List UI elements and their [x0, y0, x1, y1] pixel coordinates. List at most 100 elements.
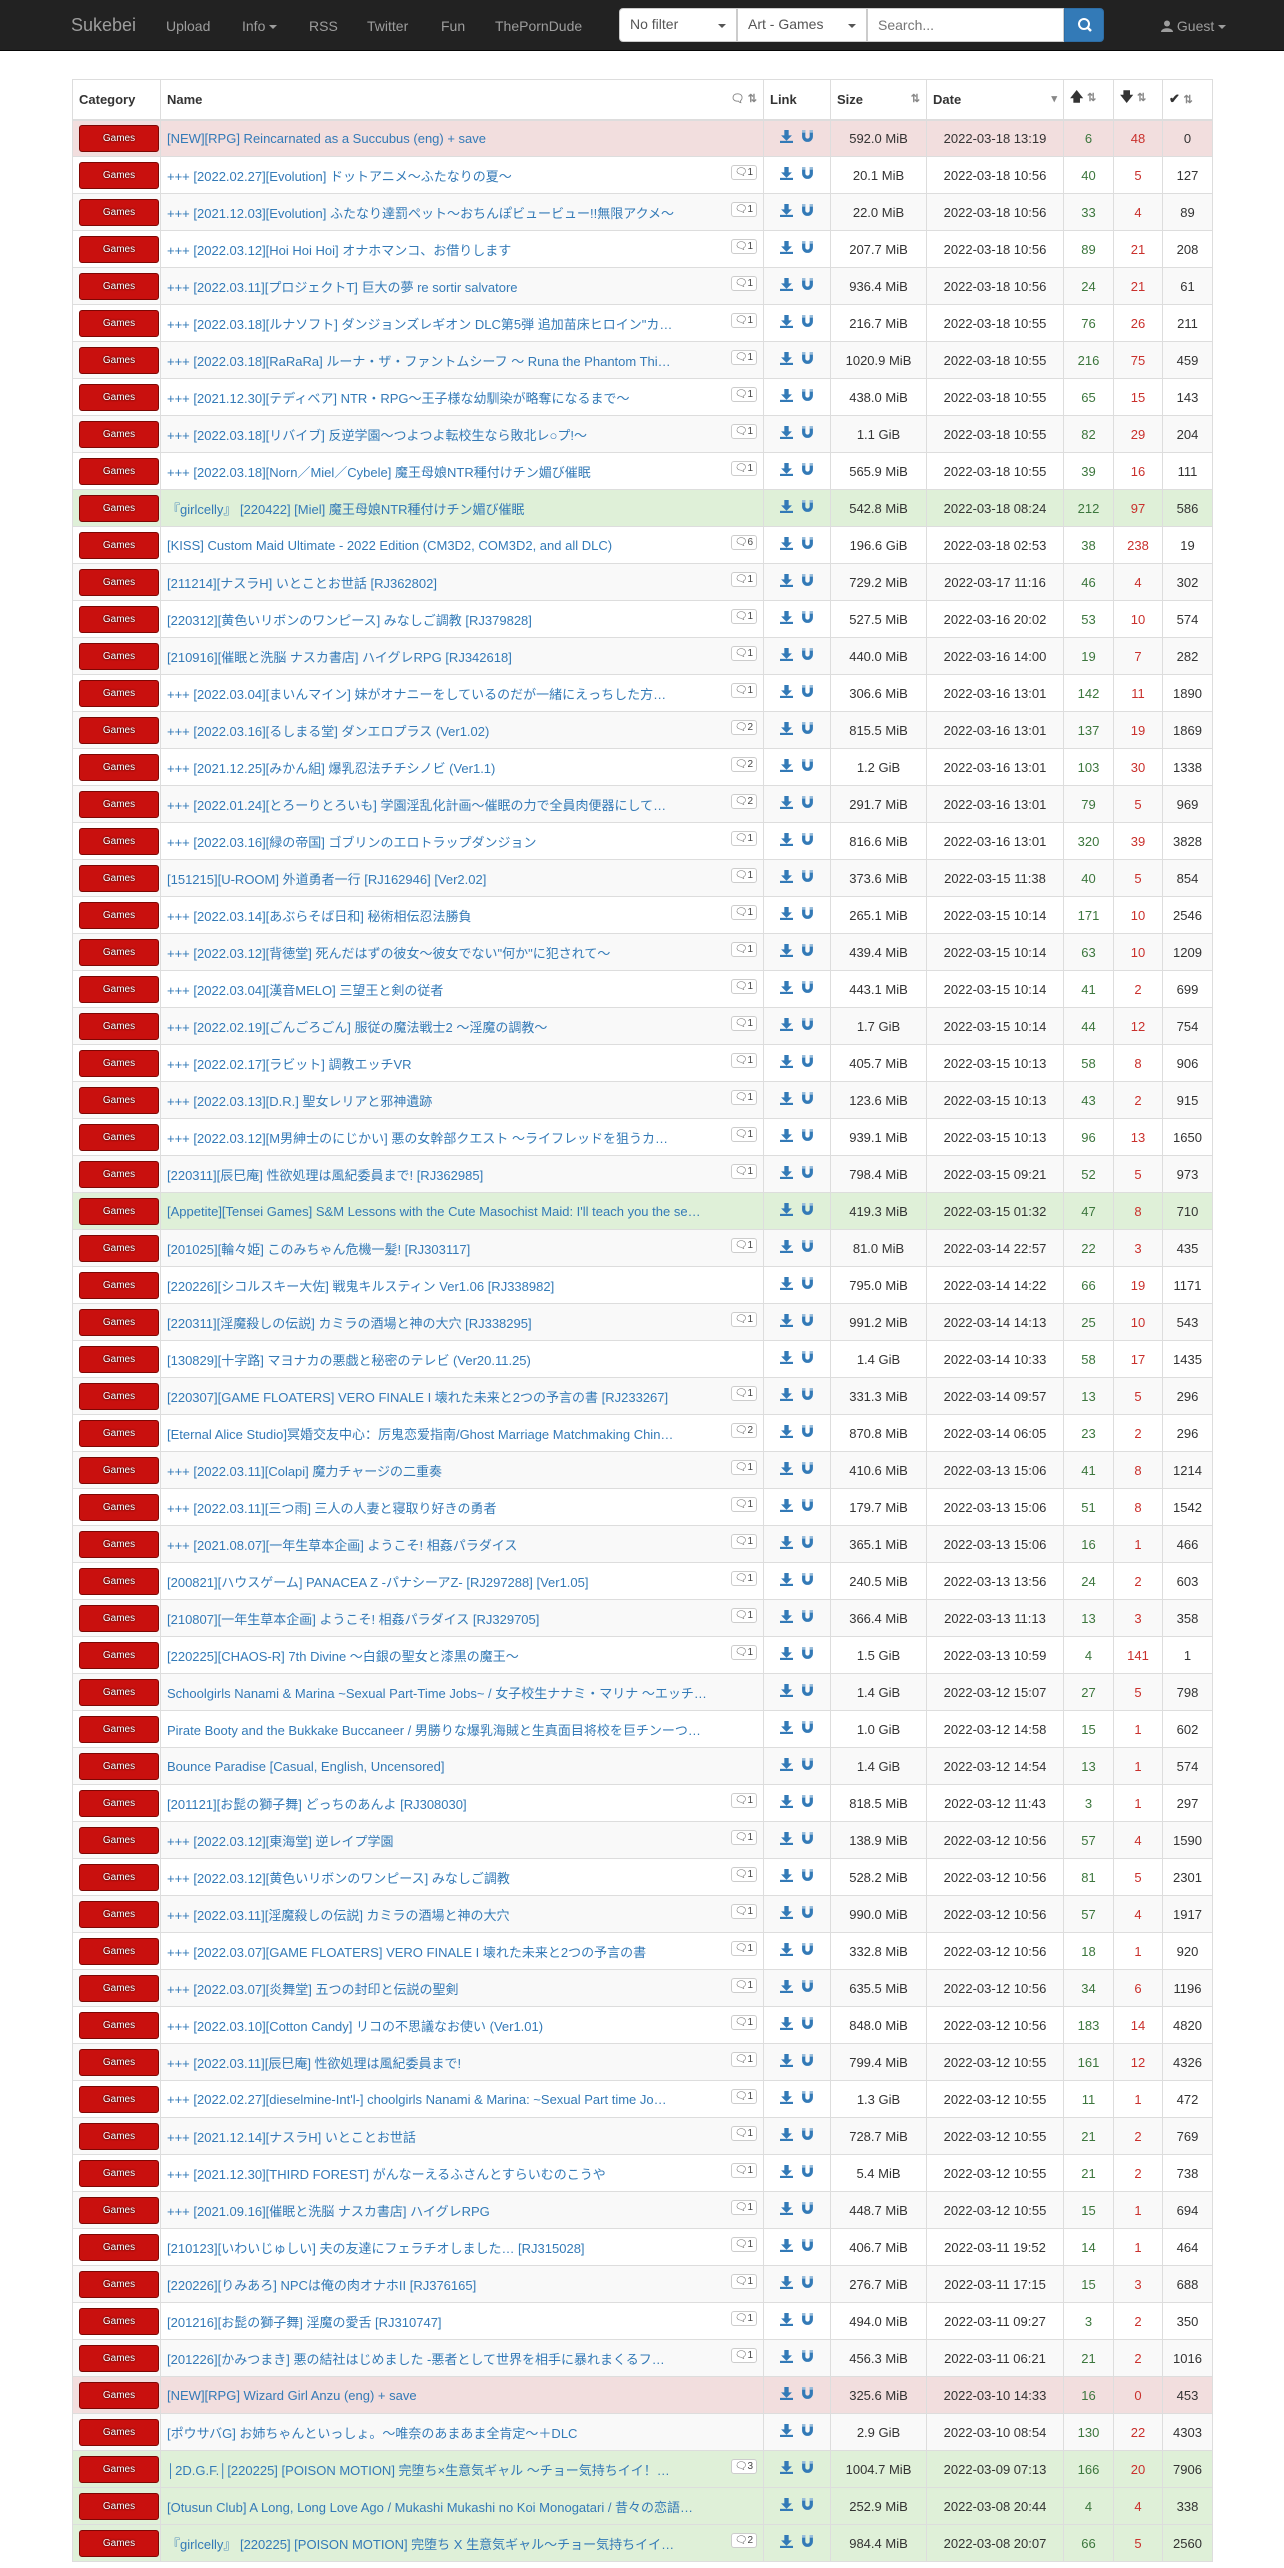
- torrent-name-link[interactable]: [151215][U-ROOM] 外道勇者一行 [RJ162946] [Ver2…: [167, 869, 717, 888]
- torrent-name-link[interactable]: +++ [2022.03.04][まいんマイン] 妹がオナニーをしているのだが一…: [167, 684, 717, 703]
- magnet-icon[interactable]: [801, 1832, 814, 1845]
- magnet-icon[interactable]: [801, 1980, 814, 1993]
- magnet-icon[interactable]: [801, 574, 814, 587]
- download-icon[interactable]: [780, 2276, 794, 2289]
- magnet-icon[interactable]: [801, 685, 814, 698]
- torrent-name-link[interactable]: +++ [2021.12.30][THIRD FOREST] がんなーえるふさん…: [167, 2164, 717, 2183]
- download-icon[interactable]: [780, 2461, 794, 2474]
- magnet-icon[interactable]: [801, 1721, 814, 1734]
- category-badge[interactable]: Games: [79, 198, 159, 226]
- download-icon[interactable]: [780, 1018, 794, 1031]
- torrent-name-link[interactable]: +++ [2022.03.12][M男紳士のにじかい] 悪の女幹部クエスト ～ラ…: [167, 1128, 717, 1147]
- comments-badge[interactable]: 🗨2: [730, 757, 757, 772]
- category-badge[interactable]: Games: [79, 568, 159, 596]
- download-icon[interactable]: [780, 1795, 794, 1808]
- col-size[interactable]: Size ⇅: [830, 79, 927, 121]
- category-badge[interactable]: Games: [79, 1604, 159, 1632]
- download-icon[interactable]: [780, 1869, 794, 1882]
- category-badge[interactable]: Games: [79, 2455, 159, 2483]
- magnet-icon[interactable]: [801, 1462, 814, 1475]
- download-icon[interactable]: [780, 1092, 794, 1105]
- torrent-name-link[interactable]: [ポウサバG] お姉ちゃんといっしょ。～唯奈のあまあま全肯定～＋DLC: [167, 2423, 717, 2442]
- torrent-name-link[interactable]: [220311][淫魔殺しの伝説] カミラの酒場と神の大穴 [RJ338295]: [167, 1313, 717, 1332]
- torrent-name-link[interactable]: +++ [2022.03.14][あぶらそば日和] 秘術相伝忍法勝負: [167, 906, 717, 925]
- magnet-icon[interactable]: [801, 1795, 814, 1808]
- comments-badge[interactable]: 🗨1: [730, 683, 757, 698]
- magnet-icon[interactable]: [801, 759, 814, 772]
- download-icon[interactable]: [780, 1425, 794, 1438]
- torrent-name-link[interactable]: [KISS] Custom Maid Ultimate - 2022 Editi…: [167, 538, 717, 553]
- download-icon[interactable]: [780, 870, 794, 883]
- search-input[interactable]: [867, 8, 1064, 42]
- comments-sort-icon[interactable]: 🗨 ⇅: [731, 92, 757, 105]
- torrent-name-link[interactable]: +++ [2022.03.18][リバイブ] 反逆学園～つよつよ転校生なら敗北レ…: [167, 425, 717, 444]
- torrent-name-link[interactable]: [211214][ナスラH] いとことお世話 [RJ362802]: [167, 573, 717, 592]
- download-icon[interactable]: [780, 537, 794, 550]
- magnet-icon[interactable]: [801, 2313, 814, 2326]
- comments-badge[interactable]: 🗨1: [730, 2274, 757, 2289]
- download-icon[interactable]: [780, 981, 794, 994]
- magnet-icon[interactable]: [801, 1314, 814, 1327]
- download-icon[interactable]: [780, 907, 794, 920]
- magnet-icon[interactable]: [801, 426, 814, 439]
- download-icon[interactable]: [780, 1388, 794, 1401]
- comments-badge[interactable]: 🗨1: [730, 942, 757, 957]
- torrent-name-link[interactable]: [220226][シコルスキー大佐] 戦鬼キルスティン Ver1.06 [RJ3…: [167, 1276, 717, 1295]
- torrent-name-link[interactable]: +++ [2022.03.18][RaRaRa] ルーナ・ザ・ファントムシーフ …: [167, 351, 717, 370]
- magnet-icon[interactable]: [801, 2128, 814, 2141]
- category-badge[interactable]: Games: [79, 2307, 159, 2335]
- comments-badge[interactable]: 🗨1: [730, 165, 757, 180]
- brand-logo[interactable]: Sukebei: [71, 15, 136, 36]
- download-icon[interactable]: [780, 1203, 794, 1216]
- comments-badge[interactable]: 🗨1: [730, 2126, 757, 2141]
- comments-badge[interactable]: 🗨1: [730, 1053, 757, 1068]
- magnet-icon[interactable]: [801, 2239, 814, 2252]
- category-badge[interactable]: Games: [79, 1493, 159, 1521]
- magnet-icon[interactable]: [801, 1240, 814, 1253]
- torrent-name-link[interactable]: [220226][りみあろ] NPCは俺の肉オナホII [RJ376165]: [167, 2275, 717, 2294]
- category-badge[interactable]: Games: [79, 1123, 159, 1151]
- download-icon[interactable]: [780, 611, 794, 624]
- comments-badge[interactable]: 🗨1: [730, 572, 757, 587]
- download-icon[interactable]: [780, 2054, 794, 2067]
- category-badge[interactable]: Games: [79, 2011, 159, 2039]
- download-icon[interactable]: [780, 648, 794, 661]
- download-icon[interactable]: [780, 2424, 794, 2437]
- download-icon[interactable]: [780, 1314, 794, 1327]
- comments-badge[interactable]: 🗨1: [730, 239, 757, 254]
- comments-badge[interactable]: 🗨6: [730, 535, 757, 550]
- magnet-icon[interactable]: [801, 1388, 814, 1401]
- category-badge[interactable]: Games: [79, 1567, 159, 1595]
- magnet-icon[interactable]: [801, 1055, 814, 1068]
- comments-badge[interactable]: 🗨1: [730, 2348, 757, 2363]
- category-badge[interactable]: Games: [79, 901, 159, 929]
- category-badge[interactable]: Games: [79, 1937, 159, 1965]
- category-badge[interactable]: Games: [79, 2196, 159, 2224]
- download-icon[interactable]: [780, 500, 794, 513]
- col-completed[interactable]: ✔ ⇅: [1162, 79, 1213, 121]
- download-icon[interactable]: [780, 1980, 794, 1993]
- col-date[interactable]: Date ▾: [926, 79, 1064, 121]
- torrent-name-link[interactable]: [201216][お髭の獅子舞] 淫魔の愛舌 [RJ310747]: [167, 2312, 717, 2331]
- category-badge[interactable]: Games: [79, 272, 159, 300]
- download-icon[interactable]: [780, 2202, 794, 2215]
- download-icon[interactable]: [780, 1684, 794, 1697]
- download-icon[interactable]: [780, 1610, 794, 1623]
- download-icon[interactable]: [780, 833, 794, 846]
- comments-badge[interactable]: 🗨3: [730, 2459, 757, 2474]
- category-badge[interactable]: Games: [79, 1530, 159, 1558]
- category-badge[interactable]: Games: [79, 1789, 159, 1817]
- comments-badge[interactable]: 🗨1: [730, 1164, 757, 1179]
- torrent-name-link[interactable]: [220225][CHAOS-R] 7th Divine ～白銀の聖女と漆黒の魔…: [167, 1646, 717, 1665]
- comments-badge[interactable]: 🗨1: [730, 313, 757, 328]
- download-icon[interactable]: [780, 2498, 794, 2511]
- magnet-icon[interactable]: [801, 1647, 814, 1660]
- torrent-name-link[interactable]: │2D.G.F.│[220225] [POISON MOTION] 完堕ち×生意…: [167, 2460, 717, 2479]
- download-icon[interactable]: [780, 722, 794, 735]
- comments-badge[interactable]: 🗨1: [730, 1497, 757, 1512]
- torrent-name-link[interactable]: [201025][輪々姫] このみちゃん危機一髪! [RJ303117]: [167, 1239, 717, 1258]
- magnet-icon[interactable]: [801, 1869, 814, 1882]
- torrent-name-link[interactable]: +++ [2022.03.12][Hoi Hoi Hoi] オナホマンコ、お借り…: [167, 240, 717, 259]
- comments-badge[interactable]: 🗨1: [730, 1090, 757, 1105]
- torrent-name-link[interactable]: 『girlcelly』 [220422] [Miel] 魔王母娘NTR種付けチン…: [167, 499, 717, 518]
